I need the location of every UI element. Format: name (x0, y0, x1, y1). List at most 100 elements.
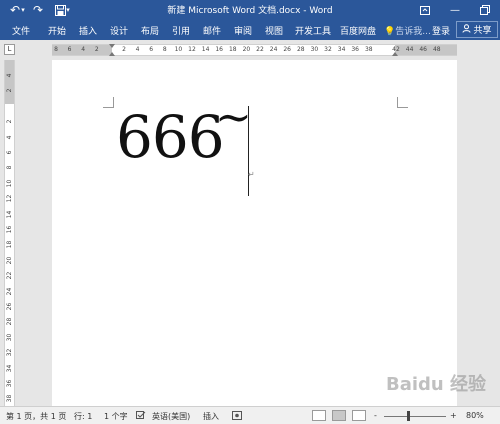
ruler-tick: 26 (283, 46, 292, 53)
horizontal-ruler[interactable]: 8 6 4 2 2 4 6 8 10 12 14 16 18 20 22 24 26 28 30 32 34 36 38 42… (52, 44, 457, 56)
text-cursor (248, 106, 249, 196)
zoom-in-button[interactable]: + (450, 411, 457, 420)
tab-design[interactable]: 设计 (110, 24, 128, 37)
first-line-indent-marker[interactable] (109, 44, 115, 48)
ruler-tick: 4 (6, 73, 13, 78)
web-layout-view-button[interactable] (352, 410, 366, 421)
ruler-tick: 4 (81, 46, 86, 53)
tab-home[interactable]: 开始 (48, 24, 66, 37)
ruler-tick: 16 (215, 46, 224, 53)
proofing-icon[interactable] (136, 411, 146, 422)
word-count[interactable]: 1 个字 (104, 411, 128, 422)
zoom-slider-thumb[interactable] (407, 411, 411, 421)
ruler-tick: 26 (6, 302, 13, 311)
macro-icon[interactable] (232, 411, 242, 422)
ruler-tick: 20 (6, 256, 13, 265)
ruler-tick: 10 (174, 46, 183, 53)
ruler-tick: 32 (6, 348, 13, 357)
tab-view[interactable]: 视图 (265, 24, 283, 37)
window-controls: — (410, 0, 500, 20)
tab-references[interactable]: 引用 (172, 24, 190, 37)
title-bar: ↶ ▾ ↷ ▾ 新建 Microsoft Word 文档.docx - Word… (0, 0, 500, 20)
status-bar: 第 1 页，共 1 页 行: 1 1 个字 英语(美国) 插入 - + 80% (0, 406, 500, 424)
ruler-tick: 38 (6, 395, 13, 403)
tab-file[interactable]: 文件 (12, 24, 30, 37)
zoom-slider[interactable] (384, 416, 446, 417)
ruler-tick: 46 (419, 46, 428, 53)
ruler-tick: 8 (6, 165, 13, 170)
document-page[interactable]: 666 ~ ↵ (52, 60, 457, 406)
ruler-tick: 2 (94, 46, 99, 53)
ruler-tick: 10 (6, 179, 13, 188)
ruler-tick: 32 (324, 46, 332, 53)
print-layout-view-button[interactable] (332, 410, 346, 421)
minimize-icon[interactable]: — (440, 0, 470, 20)
tell-me-search[interactable]: 💡告诉我... (384, 24, 431, 37)
ruler-tick: 8 (162, 46, 167, 53)
language[interactable]: 英语(美国) (152, 411, 190, 422)
login-button[interactable]: 登录 (432, 24, 450, 37)
zoom-level[interactable]: 80% (466, 411, 484, 420)
share-label: 共享 (473, 26, 492, 36)
ruler-tick: 16 (6, 225, 13, 234)
tell-me-label: 告诉我... (395, 27, 431, 37)
person-icon (462, 23, 471, 36)
ruler-tick: 28 (6, 318, 13, 326)
tab-layout[interactable]: 布局 (141, 24, 159, 37)
ruler-tick: 38 (364, 46, 373, 53)
crop-mark-top-right (397, 97, 408, 108)
share-button[interactable]: 共享 (456, 21, 498, 38)
ruler-tick: 42 (392, 46, 400, 53)
tab-developer[interactable]: 开发工具 (295, 24, 331, 37)
document-tilde[interactable]: ~ (215, 96, 252, 140)
ruler-tick: 12 (188, 46, 196, 53)
vertical-ruler[interactable]: 4 2 2 4 6 8 10 12 14 16 18 20 22 24 26 28 30 32 34 36 38 (4, 60, 15, 406)
top-margin-area (5, 60, 14, 104)
ruler-tick: 6 (6, 150, 13, 155)
ruler-tick: 34 (6, 364, 13, 372)
ruler-tick: 28 (296, 46, 305, 53)
ruler-tick: 6 (149, 46, 154, 53)
ruler-tick: 2 (6, 119, 13, 124)
tab-review[interactable]: 审阅 (234, 24, 252, 37)
page-count[interactable]: 第 1 页，共 1 页 (6, 411, 66, 422)
ruler-tick: 18 (6, 241, 13, 249)
ruler-tick: 22 (6, 271, 13, 280)
lightbulb-icon: 💡 (384, 27, 396, 37)
read-mode-view-button[interactable] (312, 410, 326, 421)
ruler-tick: 34 (337, 46, 346, 53)
ruler-tick: 30 (310, 46, 319, 53)
ruler-tick: 18 (228, 46, 237, 53)
zoom-out-button[interactable]: - (374, 411, 377, 420)
tab-mailings[interactable]: 邮件 (203, 24, 221, 37)
ribbon-display-icon[interactable] (410, 0, 440, 20)
ribbon-tabs: 文件 开始 插入 设计 布局 引用 邮件 审阅 视图 开发工具 百度网盘 💡告诉… (0, 20, 500, 40)
ruler-tick: 36 (6, 379, 13, 388)
tab-insert[interactable]: 插入 (79, 24, 97, 37)
insert-mode[interactable]: 插入 (203, 411, 219, 422)
ruler-tick: 8 (54, 46, 58, 53)
hanging-indent-marker[interactable] (109, 52, 115, 56)
line-position[interactable]: 行: 1 (74, 411, 92, 422)
ruler-tick: 14 (201, 46, 210, 53)
baidu-watermark: Baidu 经验 (386, 374, 487, 395)
ruler-tick: 2 (122, 46, 126, 53)
document-text[interactable]: 666 (116, 108, 225, 166)
ruler-tick: 12 (6, 194, 13, 203)
ruler-tick: 24 (6, 287, 13, 295)
restore-icon[interactable] (470, 0, 500, 20)
ruler-tick: 2 (6, 88, 13, 93)
ruler-tick: 22 (256, 46, 264, 53)
ruler-tick: 36 (351, 46, 360, 53)
tab-selector[interactable]: L (4, 44, 15, 55)
tab-baidu-netdisk[interactable]: 百度网盘 (340, 24, 376, 37)
ruler-tick: 4 (6, 135, 13, 140)
ruler-tick: 6 (67, 46, 72, 53)
ruler-tick: 30 (6, 333, 13, 342)
ruler-tick: 20 (242, 46, 251, 53)
ruler-tick: 44 (405, 46, 414, 53)
ruler-tick: 4 (135, 46, 140, 53)
ruler-tick: 24 (269, 46, 278, 53)
paragraph-mark: ↵ (248, 170, 255, 179)
ruler-tick: 48 (432, 46, 441, 53)
